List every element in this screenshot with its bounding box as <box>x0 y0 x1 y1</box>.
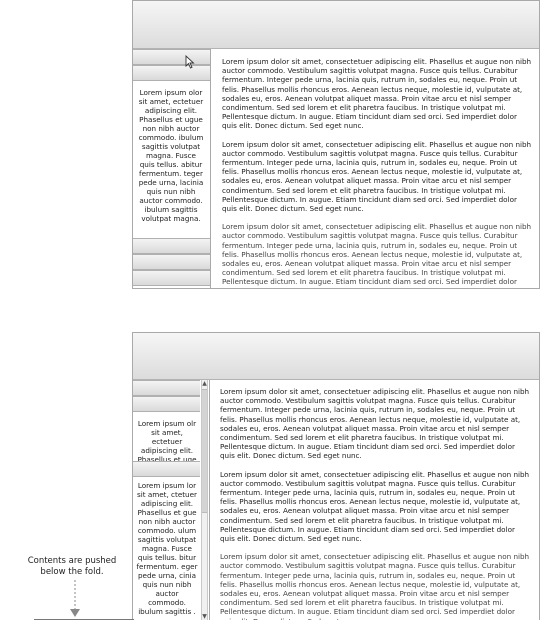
sidebar-bar-5[interactable] <box>133 270 210 286</box>
mockup-bottom-window: Lorem ipsum olr sit amet, ectetuer adipi… <box>132 332 540 620</box>
sidebar-bar-2[interactable] <box>133 396 200 412</box>
content-paragraph: Lorem ipsum dolor sit amet, consectetuer… <box>220 469 530 544</box>
content-paragraph: Lorem ipsum dolor sit amet, consectetuer… <box>222 139 532 214</box>
mockup-bottom-sidebar: Lorem ipsum olr sit amet, ectetuer adipi… <box>133 380 200 620</box>
sidebar-bar-1[interactable] <box>133 380 200 396</box>
mockup-top-sidebar: Lorem ipsum olor sit amet, ectetuer adip… <box>133 49 210 288</box>
content-paragraph: Lorem ipsum dolor sit amet, consectetuer… <box>220 387 530 461</box>
sidebar-bar-3[interactable] <box>133 238 210 254</box>
sidebar-text: Lorem ipsum olor sit amet, ectetuer adip… <box>138 88 204 223</box>
sidebar-text-2: Lorem ipsum lor sit amet, ctetuer adipis… <box>136 481 198 616</box>
content-paragraph: Lorem ipsum dolor sit amet, consectetuer… <box>222 57 532 131</box>
fold-annotation-text: Contents are pushed below the fold. <box>27 556 117 577</box>
sidebar-divider <box>209 380 210 620</box>
sidebar-scrollbar[interactable]: ▲ ▼ <box>201 380 208 620</box>
mouse-pointer-icon <box>185 55 195 69</box>
content-paragraph: Lorem ipsum dolor sit amet, consectetuer… <box>220 552 530 620</box>
mockup-bottom-content: Lorem ipsum dolor sit amet, consectetuer… <box>220 387 532 620</box>
mockup-top-content: Lorem ipsum dolor sit amet, consectetuer… <box>222 57 532 288</box>
sidebar-bar-3[interactable] <box>133 461 200 477</box>
scroll-up-arrow-icon[interactable]: ▲ <box>202 381 207 387</box>
sidebar-bar-1[interactable] <box>133 49 210 65</box>
sidebar-bar-2[interactable] <box>133 65 210 81</box>
sidebar-bar-4[interactable] <box>133 254 210 270</box>
scrollbar-thumb[interactable] <box>202 389 207 513</box>
mockup-top-window: Lorem ipsum olor sit amet, ectetuer adip… <box>132 0 540 289</box>
mockup-bottom-header <box>133 333 539 380</box>
sidebar-divider <box>210 49 211 288</box>
scroll-down-arrow-icon[interactable]: ▼ <box>202 614 207 620</box>
content-paragraph: Lorem ipsum dolor sit amet, consectetuer… <box>222 222 532 288</box>
down-arrow-icon <box>70 580 80 617</box>
mockup-top-header <box>133 1 539 49</box>
